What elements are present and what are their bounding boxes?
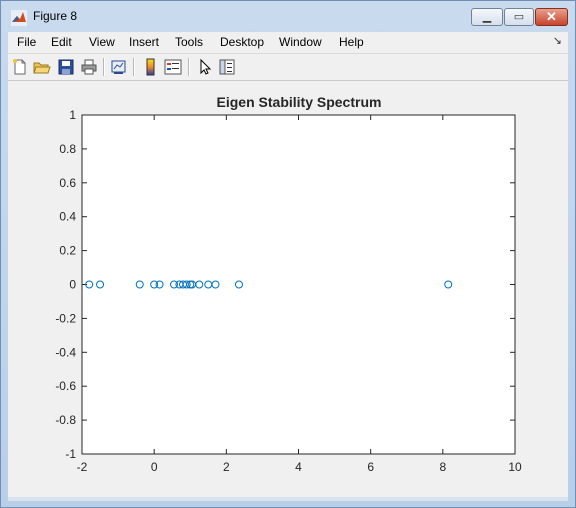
x-tick-label: 6: [367, 460, 374, 474]
close-icon: ✕: [546, 9, 557, 24]
y-tick-label: -0.6: [55, 379, 76, 393]
x-tick-label: 4: [295, 460, 302, 474]
x-tick-label: 10: [508, 460, 522, 474]
matlab-icon: [11, 10, 27, 26]
title-bar[interactable]: Figure 8 ▁ ▭ ✕: [1, 1, 575, 33]
y-tick-label: -0.2: [55, 311, 76, 325]
y-tick-label: 0.8: [59, 142, 76, 156]
x-tick-label: -2: [77, 460, 88, 474]
y-tick-label: -0.4: [55, 345, 76, 359]
figure-footer: [8, 497, 568, 501]
minimize-icon: ▁: [482, 11, 492, 23]
figure-window: Figure 8 ▁ ▭ ✕ File Edit View Insert Too…: [0, 0, 576, 508]
chart-title: Eigen Stability Spectrum: [217, 94, 382, 110]
window-title: Figure 8: [33, 9, 78, 23]
y-tick-label: 0.4: [59, 210, 76, 224]
x-tick-label: 2: [223, 460, 230, 474]
close-button[interactable]: ✕: [535, 8, 568, 26]
x-tick-label: 0: [151, 460, 158, 474]
maximize-button[interactable]: ▭: [504, 8, 534, 26]
y-tick-label: -0.8: [55, 413, 76, 427]
figure-client-area: File Edit View Insert Tools Desktop Wind…: [8, 32, 568, 501]
maximize-icon: ▭: [513, 11, 525, 23]
axes-box[interactable]: [81, 114, 516, 455]
x-tick-label: 8: [439, 460, 446, 474]
y-tick-label: -1: [65, 447, 76, 461]
plot-area[interactable]: Eigen Stability Spectrum -2 0 2 4 6 8 10 1 0.8 0.…: [8, 32, 568, 497]
y-tick-label: 0.2: [59, 244, 76, 258]
y-tick-label: 0: [69, 278, 76, 292]
y-tick-label: 1: [69, 108, 76, 122]
minimize-button[interactable]: ▁: [471, 8, 503, 26]
y-tick-label: 0.6: [59, 176, 76, 190]
